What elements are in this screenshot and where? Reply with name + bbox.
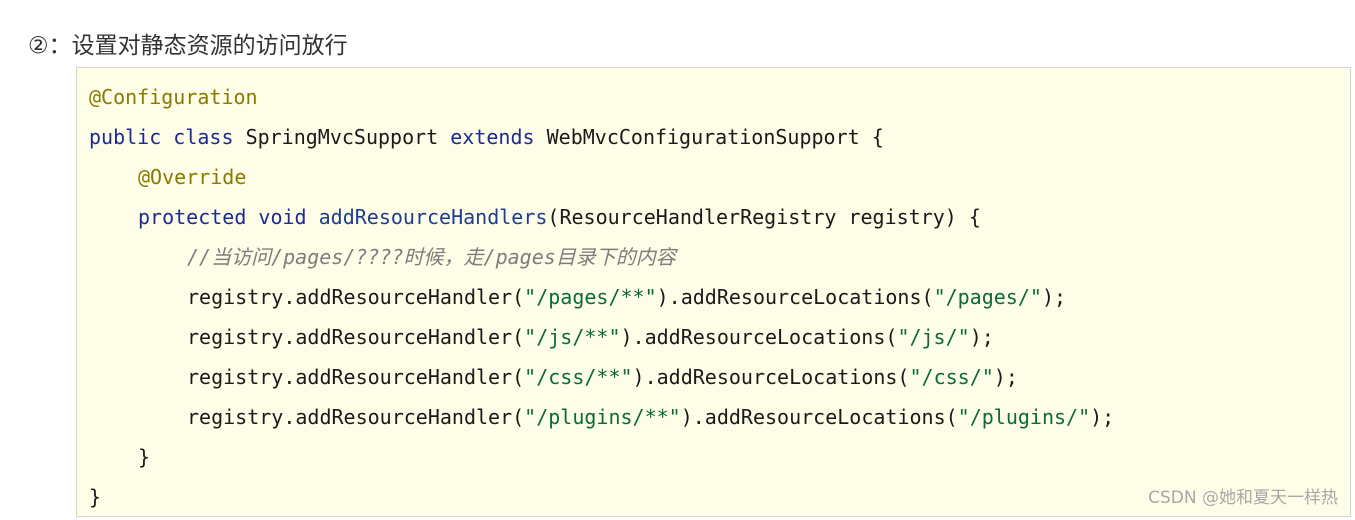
handler-string: "/pages/**" [524,285,657,309]
call-prefix: registry.addResourceHandler( [187,285,525,309]
code-line-5: //当访问/pages/????时候，走/pages目录下的内容 [89,237,1114,277]
code-line-11: } [89,477,1114,517]
override-annotation: @Override [138,165,247,189]
open-brace: { [871,125,884,149]
code-line-4: protected void addResourceHandlers(Resou… [89,197,1114,237]
keyword-extends: extends [450,125,535,149]
class-name: SpringMvcSupport [245,125,439,149]
location-string: "/css/" [909,365,994,389]
call-middle: ).addResourceLocations( [656,285,934,309]
code-line-8: registry.addResourceHandler("/css/**").a… [89,357,1114,397]
call-suffix: ); [1041,285,1067,309]
close-brace: } [138,445,151,469]
keyword-protected: protected [138,205,247,229]
close-brace: } [89,485,102,509]
code-line-10: } [89,437,1114,477]
method-name: addResourceHandlers [318,205,548,229]
code-line-1: @Configuration [89,77,1114,117]
call-prefix: registry.addResourceHandler( [187,325,525,349]
call-suffix: ); [993,365,1018,389]
call-suffix: ); [969,325,994,349]
method-params: (ResourceHandlerRegistry registry) { [547,205,981,229]
code-line-7: registry.addResourceHandler("/js/**").ad… [89,317,1114,357]
code-line-9: registry.addResourceHandler("/plugins/**… [89,397,1114,437]
location-string: "/pages/" [933,285,1042,309]
section-heading: ②：设置对静态资源的访问放行 [28,33,348,59]
code-block: @Configuration public class SpringMvcSup… [76,67,1351,517]
code-line-6: registry.addResourceHandler("/pages/**")… [89,277,1114,317]
keyword-public: public [89,125,162,149]
call-prefix: registry.addResourceHandler( [187,405,525,429]
code-content: @Configuration public class SpringMvcSup… [89,77,1114,517]
location-string: "/plugins/" [957,405,1091,429]
call-middle: ).addResourceLocations( [620,325,898,349]
call-suffix: ); [1090,405,1115,429]
call-prefix: registry.addResourceHandler( [187,365,525,389]
location-string: "/js/" [897,325,970,349]
handler-string: "/css/**" [524,365,633,389]
configuration-annotation: @Configuration [89,85,258,109]
code-line-2: public class SpringMvcSupport extends We… [89,117,1114,157]
code-comment: //当访问/pages/????时候，走/pages目录下的内容 [187,245,676,269]
keyword-void: void [258,205,307,229]
csdn-watermark: CSDN @她和夏天一样热 [1148,488,1338,508]
handler-string: "/js/**" [524,325,621,349]
handler-string: "/plugins/**" [524,405,681,429]
call-middle: ).addResourceLocations( [680,405,958,429]
call-middle: ).addResourceLocations( [632,365,910,389]
parent-class-name: WebMvcConfigurationSupport [546,125,860,149]
keyword-class: class [173,125,234,149]
code-line-3: @Override [89,157,1114,197]
